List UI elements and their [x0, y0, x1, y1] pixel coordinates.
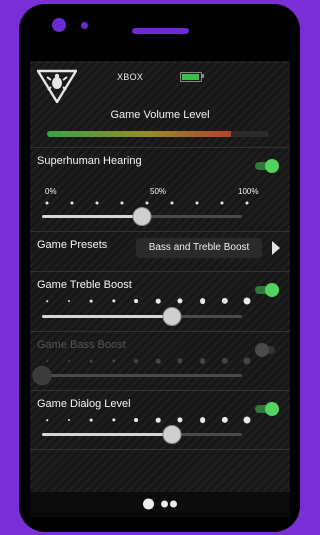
battery-tip — [202, 74, 204, 78]
game-dialog-level-toggle[interactable] — [255, 402, 279, 416]
tick-dot — [68, 359, 71, 363]
divider — [30, 449, 290, 450]
tick-dot — [155, 358, 161, 364]
tick-dot — [111, 359, 116, 363]
earpiece-speaker — [132, 28, 189, 34]
tick-dot — [177, 417, 183, 423]
tick-dot — [199, 417, 206, 423]
game-treble-boost-slider[interactable] — [42, 307, 242, 327]
tick-dot — [199, 298, 206, 304]
tick-dot — [133, 359, 138, 363]
device-label: XBOX — [117, 72, 144, 82]
game-volume-fill — [47, 131, 232, 137]
slider-thumb[interactable] — [132, 207, 152, 226]
superhuman-hearing-toggle[interactable] — [255, 159, 279, 173]
tick-dot — [133, 418, 138, 422]
tick-dot — [70, 201, 74, 205]
tick-dot — [46, 300, 48, 302]
divider — [30, 390, 290, 391]
phone-frame: XBOX Game Volume Level Superhuman Hearin… — [19, 4, 300, 532]
game-bass-boost-toggle[interactable] — [255, 343, 279, 357]
chevron-right-icon[interactable] — [272, 241, 280, 255]
slider-thumb[interactable] — [162, 425, 182, 444]
divider — [30, 331, 290, 332]
game-treble-boost-ticks — [46, 296, 251, 306]
game-presets-label: Game Presets — [37, 239, 108, 251]
tick-dot — [221, 416, 228, 424]
tick-dot — [170, 201, 174, 205]
tick-dot — [145, 201, 149, 205]
tick-dot — [120, 201, 124, 205]
game-preset-selector[interactable]: Bass and Treble Boost — [136, 238, 262, 258]
turtle-beach-logo-icon — [37, 69, 77, 103]
tick-label-100: 100% — [238, 187, 259, 196]
slider-thumb[interactable] — [32, 366, 52, 385]
proximity-sensor — [81, 22, 88, 29]
tick-dot — [68, 299, 71, 303]
divider — [30, 147, 290, 148]
tick-dot — [243, 357, 251, 365]
tick-dot — [90, 299, 93, 303]
game-bass-boost-slider[interactable] — [32, 366, 242, 386]
divider — [30, 231, 290, 232]
tick-dot — [177, 358, 183, 364]
battery-level — [182, 74, 199, 80]
tick-dot — [177, 298, 183, 304]
divider — [30, 271, 290, 272]
tick-dot — [220, 201, 224, 205]
game-volume-label: Game Volume Level — [110, 109, 210, 121]
tick-dot — [155, 298, 161, 304]
page-dot[interactable] — [161, 500, 168, 508]
app-screen: XBOX Game Volume Level Superhuman Hearin… — [30, 61, 290, 517]
tick-dot — [45, 201, 49, 205]
page-dot[interactable] — [143, 498, 154, 510]
tick-dot — [90, 359, 93, 363]
game-dialog-level-label: Game Dialog Level — [37, 398, 131, 410]
tick-dot — [46, 419, 48, 421]
superhuman-hearing-slider[interactable] — [42, 207, 242, 227]
tick-dot — [221, 357, 228, 365]
tick-dot — [221, 297, 228, 305]
battery-icon — [180, 72, 202, 82]
tick-dot — [195, 201, 199, 205]
page-indicator[interactable] — [143, 498, 183, 510]
tick-dot — [199, 358, 206, 364]
game-bass-boost-label: Game Bass Boost — [37, 339, 126, 351]
tick-label-0: 0% — [45, 187, 57, 196]
game-dialog-level-slider[interactable] — [42, 425, 242, 445]
game-bass-boost-ticks — [46, 356, 251, 366]
tick-dot — [68, 418, 71, 422]
superhuman-hearing-label: Superhuman Hearing — [37, 155, 142, 167]
game-volume-meter — [47, 131, 269, 137]
tick-label-50: 50% — [150, 187, 167, 196]
tick-dot — [95, 201, 99, 205]
page-dot[interactable] — [170, 500, 177, 508]
slider-thumb[interactable] — [162, 307, 182, 326]
game-treble-boost-label: Game Treble Boost — [37, 279, 132, 291]
tick-dot — [243, 297, 251, 305]
game-treble-boost-toggle[interactable] — [255, 283, 279, 297]
tick-dot — [243, 416, 251, 424]
tick-dot — [111, 418, 116, 422]
tick-dot — [90, 418, 93, 422]
tick-dot — [46, 360, 48, 362]
tick-dot — [111, 299, 116, 303]
tick-dot — [133, 299, 138, 303]
tick-dot — [155, 417, 161, 423]
front-camera — [52, 18, 66, 32]
tick-dot — [245, 201, 249, 205]
game-dialog-level-ticks — [46, 415, 251, 425]
